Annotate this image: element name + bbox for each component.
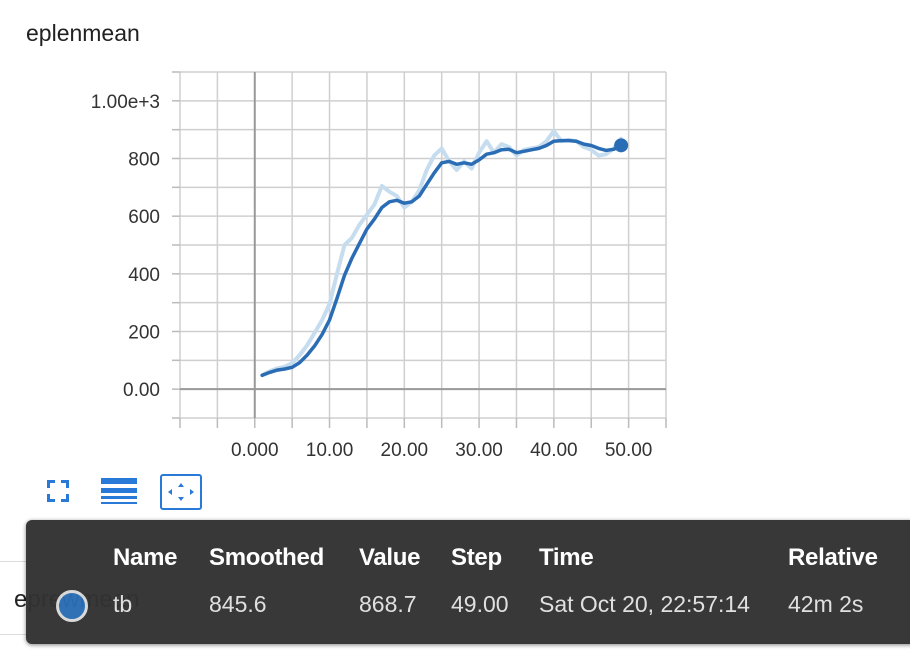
y-tick-label: 800 bbox=[128, 150, 160, 171]
tooltip-step: 49.00 bbox=[451, 591, 509, 617]
chart-lines bbox=[260, 129, 629, 378]
tooltip-time: Sat Oct 20, 22:57:14 bbox=[539, 591, 750, 617]
fit-domain-button[interactable] bbox=[160, 474, 202, 510]
x-tick-label: 10.00 bbox=[306, 440, 354, 461]
line-chart[interactable]: 0.000 10.00 20.00 30.00 40.00 50.00 0.00 200 40… bbox=[0, 0, 910, 470]
y-tick-label: 200 bbox=[128, 323, 160, 344]
x-tick-label: 50.00 bbox=[605, 440, 653, 461]
tooltip-header-smoothed: Smoothed bbox=[209, 544, 324, 571]
tooltip-run-name: tb bbox=[113, 591, 133, 617]
tooltip-smoothed-value: 845.6 bbox=[209, 591, 267, 617]
tooltip-header-time: Time bbox=[539, 544, 594, 571]
tooltip-header-value: Value bbox=[359, 544, 421, 571]
tooltip-header-relative: Relative bbox=[788, 544, 878, 571]
y-axis-ticks: 0.00 200 400 600 800 1.00e+3 bbox=[91, 71, 180, 419]
tooltip-header-name: Name bbox=[113, 544, 178, 571]
fullscreen-icon bbox=[47, 480, 69, 502]
x-tick-label: 30.00 bbox=[455, 440, 503, 461]
x-tick-label: 40.00 bbox=[530, 440, 578, 461]
x-tick-label: 20.00 bbox=[381, 440, 429, 461]
highlight-point bbox=[614, 138, 629, 153]
y-tick-label: 600 bbox=[128, 207, 160, 228]
expand-chart-button[interactable] bbox=[38, 474, 78, 508]
chart-toolbar bbox=[38, 474, 223, 510]
y-tick-label: 1.00e+3 bbox=[91, 92, 160, 113]
lines-icon bbox=[101, 478, 137, 504]
tooltip-relative: 42m 2s bbox=[788, 591, 864, 617]
x-axis-ticks: 0.000 10.00 20.00 30.00 40.00 50.00 bbox=[179, 418, 667, 461]
tooltip-header-step: Step bbox=[451, 544, 502, 571]
toggle-log-scale-button[interactable] bbox=[99, 474, 139, 508]
tooltip-raw-value: 868.7 bbox=[359, 591, 417, 617]
y-tick-label: 0.00 bbox=[123, 380, 160, 401]
chart-tooltip: Name Smoothed Value Step Time Relative t… bbox=[26, 520, 910, 644]
y-tick-label: 400 bbox=[128, 265, 160, 286]
chart-grid bbox=[179, 71, 667, 419]
x-tick-label: 0.000 bbox=[231, 440, 279, 461]
series-color-dot bbox=[56, 590, 88, 622]
fit-to-data-icon bbox=[168, 483, 194, 501]
